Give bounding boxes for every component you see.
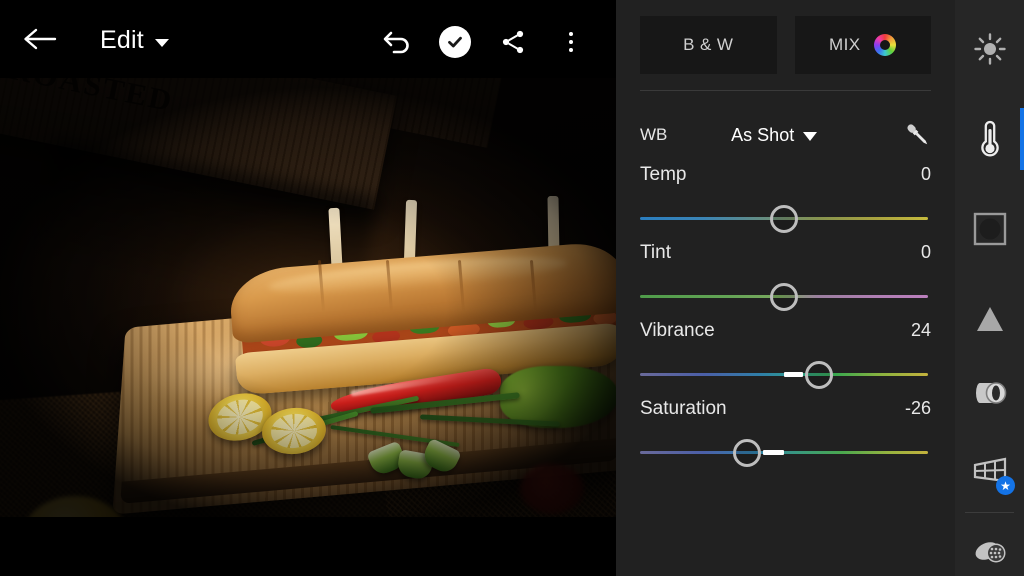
- color-tool-button[interactable]: [955, 108, 1024, 170]
- geometry-tool-button[interactable]: ★: [955, 440, 1024, 502]
- color-wheel-icon: [874, 34, 897, 56]
- edit-tool-rail: ★: [955, 0, 1024, 576]
- slider-fill: [762, 450, 784, 455]
- slider-label: Saturation: [640, 398, 727, 419]
- slider-thumb[interactable]: [770, 283, 798, 311]
- slider-track-area[interactable]: [640, 358, 931, 392]
- wb-preset-value: As Shot: [731, 124, 795, 145]
- healing-tool-button[interactable]: [955, 520, 1024, 576]
- crop-frame-icon: [973, 212, 1006, 246]
- wb-preset-dropdown[interactable]: As Shot: [667, 125, 881, 146]
- eyedropper-button[interactable]: [905, 121, 931, 149]
- sun-icon: [973, 33, 1006, 65]
- triangle-icon: [976, 307, 1003, 331]
- slider-thumb[interactable]: [770, 205, 798, 233]
- top-app-bar: Edit: [0, 0, 616, 78]
- slider-track-area[interactable]: [640, 280, 931, 314]
- share-icon: [502, 30, 524, 54]
- bw-mode-button[interactable]: B & W: [640, 16, 777, 74]
- slider-value: 24: [910, 320, 931, 340]
- detail-tool-button[interactable]: [955, 288, 1024, 350]
- thermometer-icon: [980, 120, 999, 157]
- slider-value: 0: [920, 164, 931, 184]
- slider-track-area[interactable]: [640, 436, 931, 470]
- healing-brush-icon: [975, 542, 1005, 563]
- slider-track: [640, 451, 928, 454]
- slider-label: Tint: [640, 242, 671, 263]
- slider-vibrance: Vibrance 24: [640, 320, 931, 392]
- active-tool-indicator: [1020, 108, 1024, 170]
- page-title: Edit: [100, 26, 144, 54]
- undo-icon: [383, 31, 409, 54]
- slider-label: Vibrance: [640, 320, 715, 341]
- back-arrow-icon[interactable]: [22, 27, 58, 51]
- letterbox-bottom: [0, 517, 616, 576]
- premium-star-badge: ★: [996, 476, 1015, 495]
- wb-label: WB: [640, 125, 668, 144]
- slider-temp: Temp 0: [640, 164, 931, 236]
- optics-tool-button[interactable]: [955, 362, 1024, 424]
- color-mode-row: B & W MIX: [616, 0, 955, 90]
- more-vertical-icon: [569, 32, 573, 52]
- color-edit-panel: B & W MIX WB As Shot Temp 0 Tint 0 Vibra…: [616, 0, 955, 576]
- slider-thumb[interactable]: [732, 439, 761, 467]
- undo-button[interactable]: [368, 24, 426, 60]
- mix-mode-label: MIX: [829, 35, 861, 54]
- slider-saturation: Saturation -26: [640, 398, 931, 470]
- eyedropper-icon: [907, 124, 928, 145]
- chevron-down-icon: [154, 39, 169, 47]
- photo-editor-app: BROASTED BROASTED: [0, 0, 1024, 576]
- confirm-button[interactable]: [426, 24, 484, 60]
- panel-divider: [640, 90, 931, 91]
- mix-mode-button[interactable]: MIX: [794, 16, 931, 74]
- chevron-down-icon: [803, 132, 818, 141]
- toolbar-divider: [965, 512, 1014, 513]
- more-options-button[interactable]: [542, 24, 600, 60]
- effects-tool-button[interactable]: [955, 198, 1024, 260]
- slider-value: 0: [920, 242, 931, 262]
- slider-track-area[interactable]: [640, 202, 931, 236]
- white-balance-row: WB As Shot: [616, 112, 955, 158]
- photo-canvas-area[interactable]: BROASTED BROASTED: [0, 0, 616, 576]
- lens-icon: [975, 382, 1006, 404]
- edited-photo[interactable]: BROASTED BROASTED: [0, 78, 616, 517]
- photo-vignette: [0, 78, 616, 517]
- slider-label: Temp: [640, 164, 687, 185]
- share-button[interactable]: [484, 24, 542, 60]
- slider-tint: Tint 0: [640, 242, 931, 314]
- slider-value: -26: [904, 398, 931, 418]
- slider-thumb[interactable]: [804, 361, 833, 389]
- slider-fill: [784, 372, 803, 377]
- check-circle-icon: [439, 26, 471, 58]
- light-tool-button[interactable]: [955, 18, 1024, 80]
- bw-mode-label: B & W: [683, 35, 734, 54]
- app-bar-actions: [368, 24, 600, 60]
- edit-mode-dropdown[interactable]: Edit: [100, 26, 169, 55]
